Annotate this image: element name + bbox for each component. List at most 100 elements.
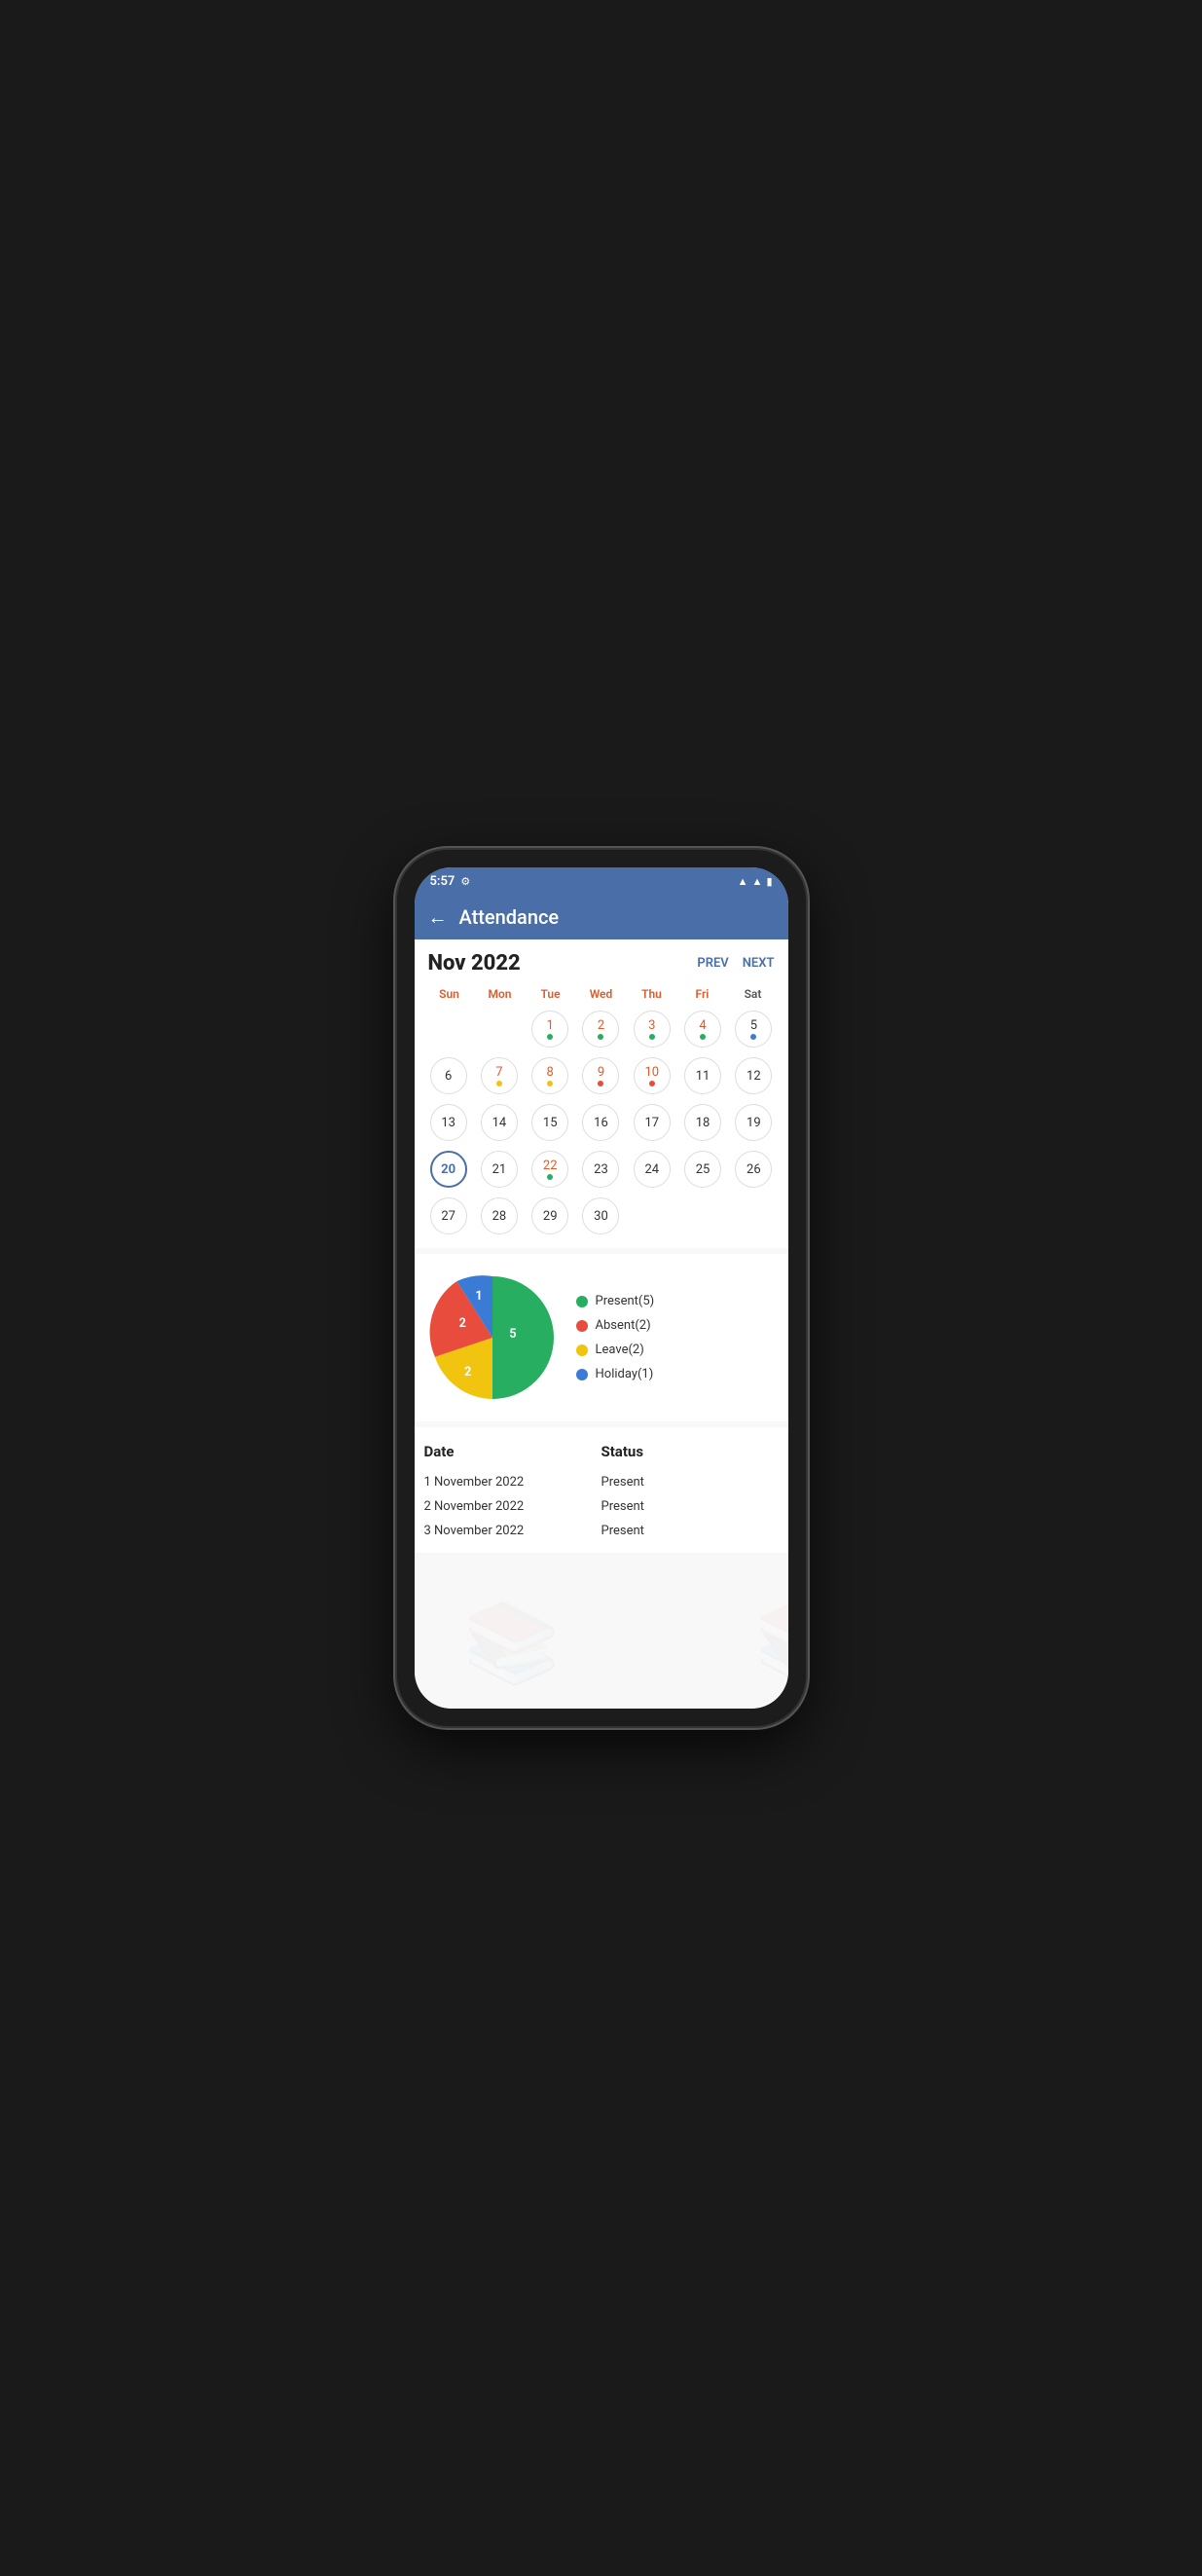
next-button[interactable]: NEXT xyxy=(743,956,775,971)
legend-absent: Absent(2) xyxy=(576,1318,779,1333)
day-number: 13 xyxy=(441,1117,455,1129)
day-number: 5 xyxy=(750,1019,757,1032)
table-header: Date Status xyxy=(424,1437,779,1466)
calendar-day[interactable]: 10 xyxy=(628,1053,676,1098)
calendar-day[interactable]: 8 xyxy=(526,1053,574,1098)
top-bar: ← Attendance xyxy=(415,895,788,939)
calendar-day[interactable]: 9 xyxy=(576,1053,625,1098)
back-button[interactable]: ← xyxy=(428,905,448,930)
calendar-day[interactable]: 28 xyxy=(475,1194,524,1238)
calendar-day[interactable]: 16 xyxy=(576,1100,625,1145)
absent-label: Absent(2) xyxy=(596,1318,651,1333)
calendar-day[interactable]: 18 xyxy=(678,1100,727,1145)
day-number: 17 xyxy=(644,1117,659,1129)
status-cell: Present xyxy=(601,1524,779,1538)
pie-chart: 5 2 2 1 xyxy=(424,1270,561,1406)
chart-legend: Present(5) Absent(2) Leave(2) Holiday(1) xyxy=(561,1294,779,1381)
day-number: 26 xyxy=(747,1163,761,1176)
day-header-sun: Sun xyxy=(424,985,475,1003)
present-dot xyxy=(576,1296,588,1307)
green-dot xyxy=(547,1174,553,1180)
calendar-day[interactable]: 12 xyxy=(729,1053,778,1098)
calendar-day xyxy=(628,1194,676,1238)
date-cell: 2 November 2022 xyxy=(424,1499,601,1514)
green-dot xyxy=(649,1034,655,1040)
table-row: 3 November 2022Present xyxy=(424,1519,779,1543)
day-number: 15 xyxy=(543,1117,558,1129)
day-headers: Sun Mon Tue Wed Thu Fri Sat xyxy=(424,985,779,1003)
gear-icon: ⚙ xyxy=(460,875,470,888)
main-content: Nov 2022 PREV NEXT Sun Mon Tue Wed Thu F… xyxy=(415,939,788,1709)
calendar-day[interactable]: 19 xyxy=(729,1100,778,1145)
day-number: 14 xyxy=(492,1117,507,1129)
day-header-thu: Thu xyxy=(627,985,677,1003)
day-number: 29 xyxy=(543,1210,558,1223)
calendar-day[interactable]: 1 xyxy=(526,1007,574,1051)
status-cell: Present xyxy=(601,1499,779,1514)
table-row: 1 November 2022Present xyxy=(424,1470,779,1494)
day-number: 25 xyxy=(696,1163,710,1176)
calendar-day[interactable]: 25 xyxy=(678,1147,727,1192)
date-cell: 1 November 2022 xyxy=(424,1475,601,1490)
calendar-day[interactable]: 3 xyxy=(628,1007,676,1051)
calendar-day[interactable]: 27 xyxy=(424,1194,473,1238)
calendar-day[interactable]: 22 xyxy=(526,1147,574,1192)
calendar-day xyxy=(729,1194,778,1238)
calendar-day[interactable]: 14 xyxy=(475,1100,524,1145)
calendar-day[interactable]: 21 xyxy=(475,1147,524,1192)
day-number: 30 xyxy=(594,1210,608,1223)
day-number: 20 xyxy=(441,1163,455,1176)
calendar-day[interactable]: 4 xyxy=(678,1007,727,1051)
calendar-day[interactable]: 26 xyxy=(729,1147,778,1192)
day-header-mon: Mon xyxy=(475,985,526,1003)
calendar-day[interactable]: 29 xyxy=(526,1194,574,1238)
calendar-day[interactable]: 5 xyxy=(729,1007,778,1051)
calendar-grid: 1234567891011121314151617181920212223242… xyxy=(424,1007,779,1238)
green-dot xyxy=(598,1034,603,1040)
calendar-day[interactable]: 17 xyxy=(628,1100,676,1145)
leave-dot xyxy=(576,1344,588,1356)
day-number: 6 xyxy=(445,1070,452,1083)
status-bar: 5:57 ⚙ ▲ ▲ ▮ xyxy=(415,867,788,895)
svg-text:5: 5 xyxy=(509,1327,516,1342)
calendar-day[interactable]: 6 xyxy=(424,1053,473,1098)
day-number: 28 xyxy=(492,1210,507,1223)
calendar-day[interactable]: 30 xyxy=(576,1194,625,1238)
holiday-label: Holiday(1) xyxy=(596,1367,654,1381)
green-dot xyxy=(700,1034,706,1040)
calendar-day[interactable]: 15 xyxy=(526,1100,574,1145)
day-number: 23 xyxy=(594,1163,608,1176)
calendar-day[interactable]: 24 xyxy=(628,1147,676,1192)
status-cell: Present xyxy=(601,1475,779,1490)
day-header-tue: Tue xyxy=(526,985,576,1003)
calendar-day[interactable]: 11 xyxy=(678,1053,727,1098)
calendar-day[interactable]: 20 xyxy=(424,1147,473,1192)
calendar-day xyxy=(475,1007,524,1051)
day-header-sat: Sat xyxy=(728,985,779,1003)
calendar-day[interactable]: 13 xyxy=(424,1100,473,1145)
leave-label: Leave(2) xyxy=(596,1343,644,1357)
table-body: 1 November 2022Present2 November 2022Pre… xyxy=(424,1470,779,1543)
day-number: 27 xyxy=(441,1210,455,1223)
day-number: 1 xyxy=(547,1019,554,1032)
page-title: Attendance xyxy=(459,905,560,929)
day-header-wed: Wed xyxy=(576,985,627,1003)
day-number: 19 xyxy=(747,1117,761,1129)
day-number: 2 xyxy=(598,1019,604,1032)
calendar-day xyxy=(424,1007,473,1051)
legend-leave: Leave(2) xyxy=(576,1343,779,1357)
calendar-day[interactable]: 23 xyxy=(576,1147,625,1192)
blue-dot xyxy=(750,1034,756,1040)
calendar-day[interactable]: 2 xyxy=(576,1007,625,1051)
day-number: 3 xyxy=(648,1019,655,1032)
prev-button[interactable]: PREV xyxy=(697,956,728,971)
yellow-dot xyxy=(547,1081,553,1086)
status-column-header: Status xyxy=(601,1443,779,1460)
calendar-header: Nov 2022 PREV NEXT xyxy=(424,951,779,975)
calendar-day[interactable]: 7 xyxy=(475,1053,524,1098)
month-title: Nov 2022 xyxy=(428,951,521,975)
status-time: 5:57 xyxy=(430,874,455,889)
day-number: 11 xyxy=(696,1070,710,1083)
wifi-icon: ▲ xyxy=(738,875,748,888)
legend-present: Present(5) xyxy=(576,1294,779,1308)
